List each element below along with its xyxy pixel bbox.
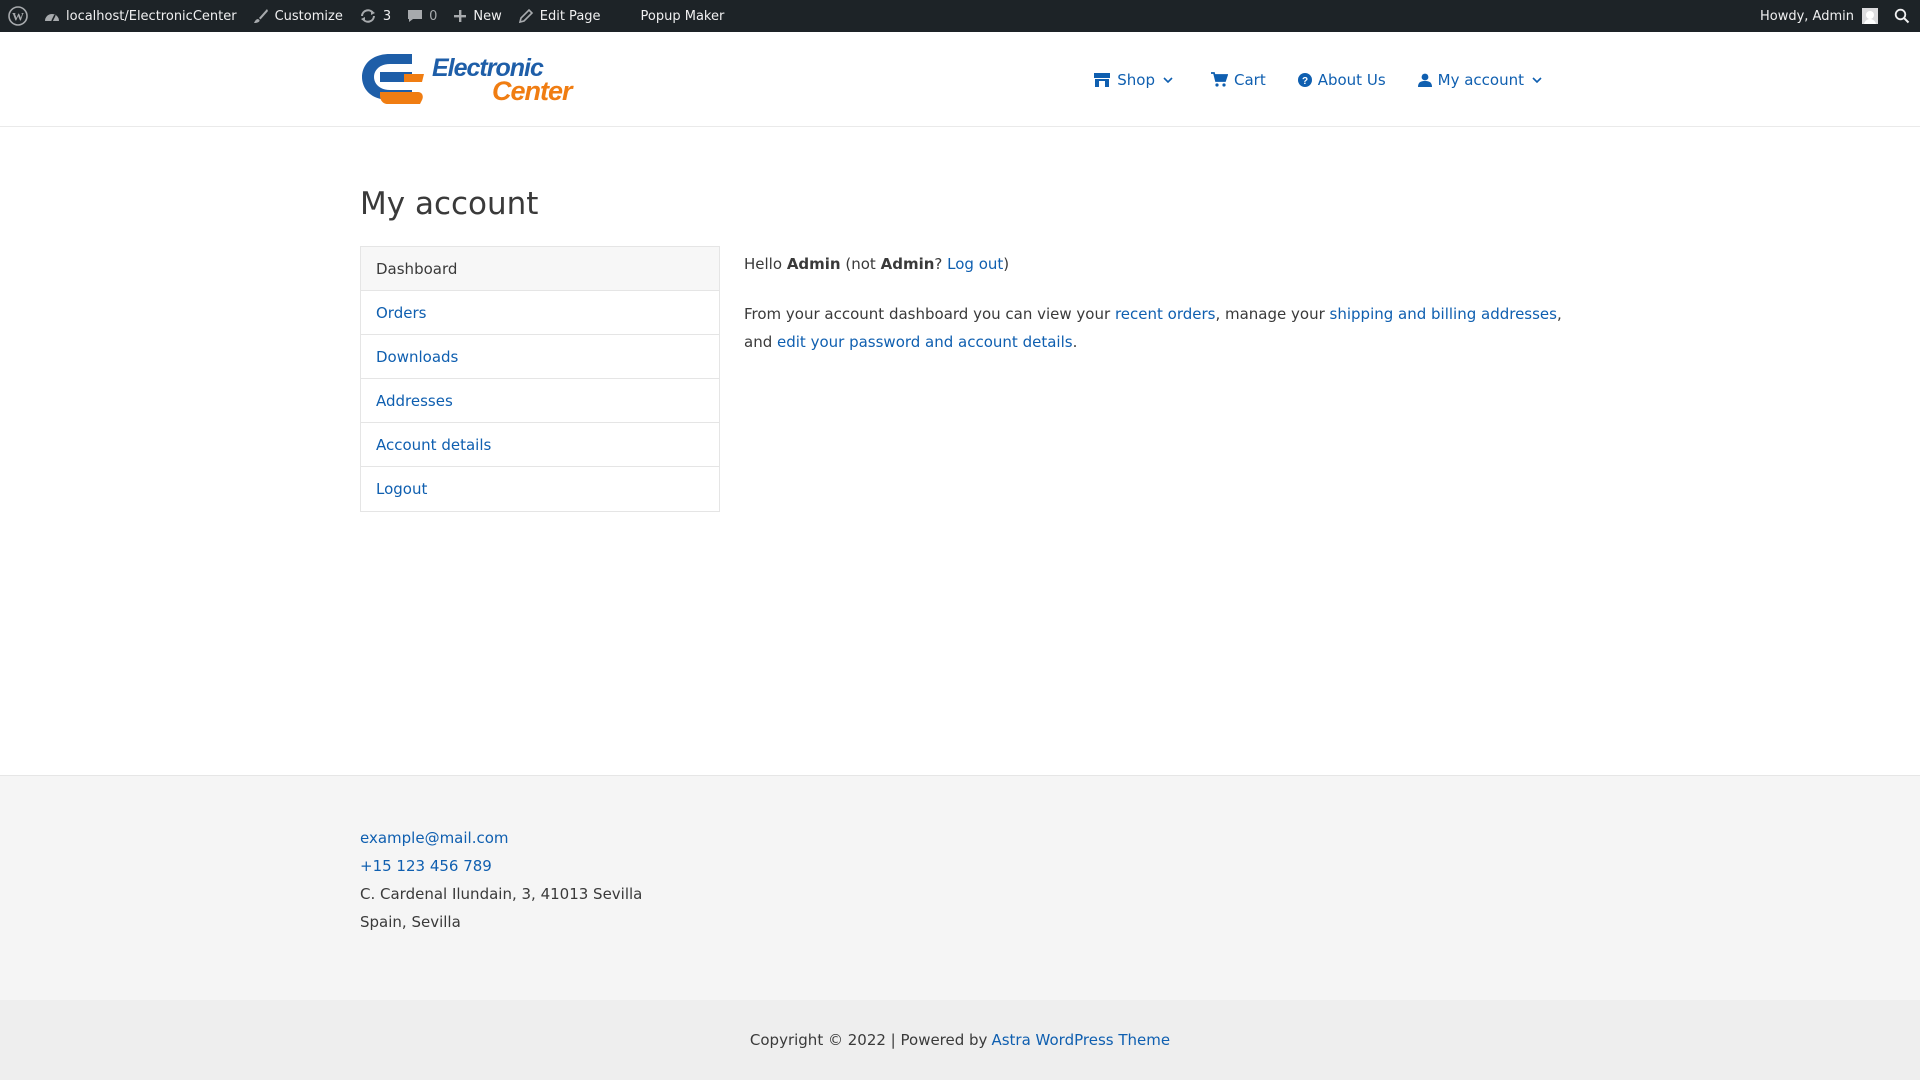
- site-header: Electronic Center Shop Cart ? About Us M…: [0, 32, 1920, 127]
- account-navigation: Dashboard Orders Downloads Addresses Acc…: [360, 246, 720, 512]
- username: Admin: [786, 255, 841, 273]
- site-name-label: localhost/ElectronicCenter: [66, 8, 237, 24]
- copyright-bar: Copyright © 2022 | Powered by Astra Word…: [0, 1000, 1920, 1080]
- logout-link[interactable]: Log out: [947, 255, 1003, 273]
- footer-address-line2: Spain, Sevilla: [360, 913, 461, 931]
- account-nav-logout[interactable]: Logout: [361, 467, 719, 511]
- popup-maker-label: Popup Maker: [640, 8, 725, 24]
- new-label: New: [473, 8, 502, 24]
- recent-orders-link[interactable]: recent orders: [1115, 305, 1216, 323]
- cart-icon: [1211, 72, 1228, 87]
- nav-account-label: My account: [1437, 70, 1524, 89]
- comments-link[interactable]: 0: [399, 0, 445, 32]
- account-nav-downloads[interactable]: Downloads: [361, 335, 719, 379]
- paintbrush-icon: [253, 8, 269, 24]
- nav-item-shop[interactable]: Shop: [1093, 71, 1179, 89]
- footer-email-link[interactable]: example@mail.com: [360, 824, 642, 852]
- account-dashboard-content: Hello Admin (not Admin? Log out) From yo…: [744, 250, 1574, 378]
- theme-link[interactable]: Astra WordPress Theme: [991, 1031, 1170, 1049]
- nav-shop-label: Shop: [1117, 70, 1155, 89]
- footer-contact: example@mail.com +15 123 456 789 C. Card…: [360, 824, 642, 936]
- edit-page-link[interactable]: Edit Page: [510, 0, 609, 32]
- admin-bar-right: Howdy, Admin: [1752, 0, 1920, 32]
- close-paren: ): [1003, 255, 1010, 273]
- hello-text: Hello: [744, 255, 783, 273]
- user-icon: [1417, 73, 1432, 87]
- nav-item-cart[interactable]: Cart: [1211, 71, 1266, 89]
- nav-item-about[interactable]: ? About Us: [1297, 70, 1386, 89]
- customize-link[interactable]: Customize: [245, 0, 351, 32]
- popup-maker-link[interactable]: Popup Maker: [633, 0, 733, 32]
- copyright-text: Copyright © 2022 | Powered by: [749, 1031, 988, 1049]
- nav-cart-label: Cart: [1234, 70, 1266, 89]
- account-nav-addresses[interactable]: Addresses: [361, 379, 719, 423]
- greeting-paragraph: Hello Admin (not Admin? Log out): [744, 250, 1574, 278]
- chevron-down-icon: [1163, 76, 1173, 83]
- addresses-link[interactable]: shipping and billing addresses: [1330, 305, 1557, 323]
- intro-text: From your account dashboard you can view…: [744, 305, 1111, 323]
- svg-text:W: W: [12, 10, 24, 24]
- edit-account-link[interactable]: edit your password and account details: [777, 333, 1073, 351]
- updates-refresh-icon: [359, 8, 377, 24]
- my-account-menu[interactable]: Howdy, Admin: [1752, 0, 1886, 32]
- store-icon: [1094, 72, 1111, 87]
- dashboard-gauge-icon: [44, 9, 60, 23]
- nav-about-label: About Us: [1317, 70, 1386, 89]
- logo-mark-icon: [362, 54, 424, 104]
- comments-count: 0: [429, 8, 438, 24]
- wordpress-logo-icon[interactable]: W: [0, 0, 36, 32]
- footer-address-line1: C. Cardenal Ilundain, 3, 41013 Sevilla: [360, 885, 643, 903]
- updates-count: 3: [382, 8, 392, 24]
- logo-text-center: Center: [492, 76, 573, 106]
- pencil-icon: [518, 8, 534, 24]
- site-footer: example@mail.com +15 123 456 789 C. Card…: [0, 775, 1920, 1000]
- intro-paragraph: From your account dashboard you can view…: [744, 300, 1574, 356]
- page-title: My account: [360, 186, 539, 222]
- chevron-down-icon: [1532, 76, 1542, 83]
- comment-bubble-icon: [407, 8, 423, 24]
- site-name-link[interactable]: localhost/ElectronicCenter: [36, 0, 245, 32]
- plus-icon: [453, 9, 467, 23]
- howdy-label: Howdy, Admin: [1759, 8, 1854, 24]
- manage-text: , manage your: [1215, 305, 1325, 323]
- edit-page-label: Edit Page: [539, 8, 601, 24]
- not-text: (not: [845, 255, 876, 273]
- nav-item-my-account[interactable]: My account: [1417, 70, 1548, 89]
- updates-link[interactable]: 3: [351, 0, 399, 32]
- question-circle-icon: ?: [1297, 72, 1312, 87]
- question-mark: ?: [934, 255, 943, 273]
- footer-phone-link[interactable]: +15 123 456 789: [360, 852, 642, 880]
- avatar: [1862, 8, 1878, 24]
- primary-nav: Shop Cart ? About Us My account: [1061, 32, 1548, 127]
- account-nav-orders[interactable]: Orders: [361, 291, 719, 335]
- username-repeat: Admin: [880, 255, 935, 273]
- account-nav-account-details[interactable]: Account details: [361, 423, 719, 467]
- new-content-link[interactable]: New: [445, 0, 509, 32]
- period-text: .: [1072, 333, 1078, 351]
- svg-text:?: ?: [1302, 76, 1308, 87]
- customize-label: Customize: [274, 8, 343, 24]
- admin-search-icon[interactable]: [1886, 0, 1920, 32]
- account-nav-dashboard[interactable]: Dashboard: [361, 247, 719, 291]
- admin-bar: W localhost/ElectronicCenter Customize 3…: [0, 0, 1920, 32]
- site-logo[interactable]: Electronic Center: [360, 52, 573, 106]
